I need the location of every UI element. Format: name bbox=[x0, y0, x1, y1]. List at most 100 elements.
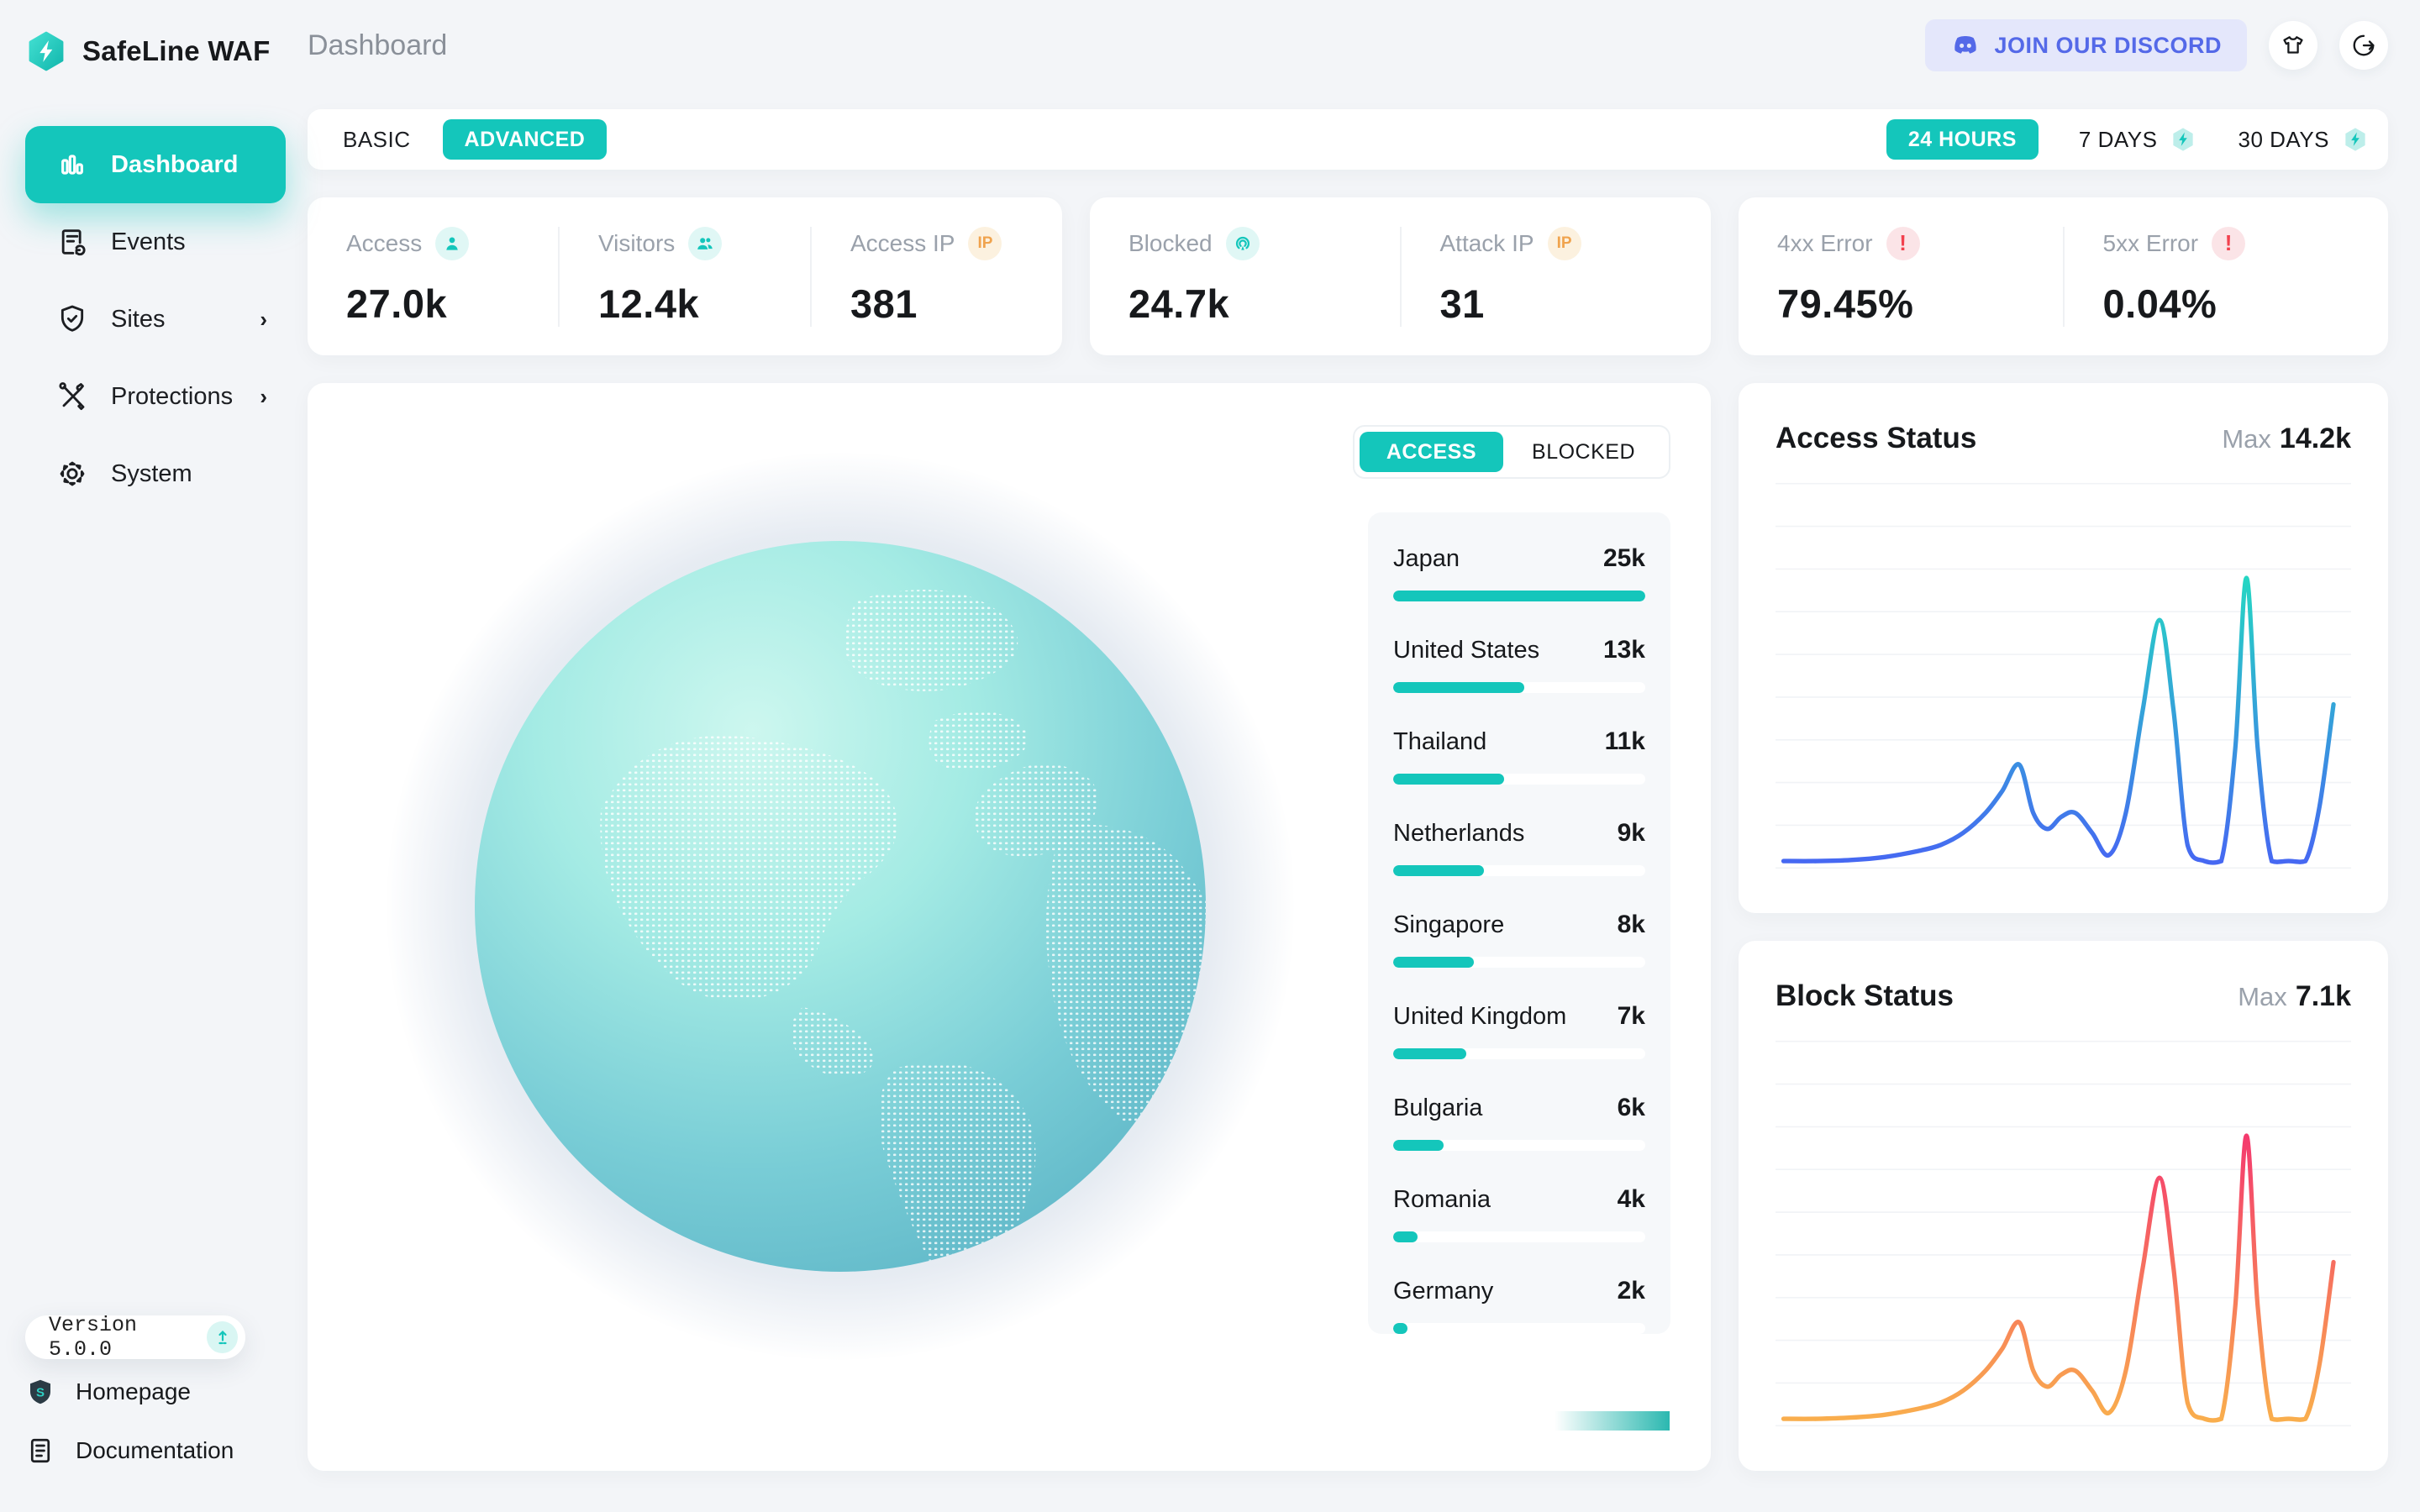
flash-badge-icon bbox=[2169, 125, 2197, 154]
country-value: 8k bbox=[1618, 911, 1645, 939]
country-name: United States bbox=[1393, 637, 1539, 664]
country-value: 6k bbox=[1618, 1094, 1645, 1122]
sidebar-item-protections[interactable]: Protections › bbox=[25, 358, 286, 435]
world-map-card: ACCESS BLOCKED Japan 25k United States 13k T… bbox=[308, 383, 1711, 1471]
page-title: Dashboard bbox=[308, 29, 447, 62]
chart-max: Max14.2k bbox=[2222, 423, 2351, 455]
shield-check-icon bbox=[55, 302, 89, 336]
tools-icon bbox=[55, 380, 89, 413]
stat-visitors: Visitors 12.4k bbox=[558, 227, 810, 327]
country-row: Singapore8k bbox=[1393, 911, 1645, 968]
block-status-chart bbox=[1776, 1028, 2351, 1441]
country-bar bbox=[1393, 1140, 1645, 1151]
country-value: 7k bbox=[1618, 1002, 1645, 1031]
tab-basic[interactable]: BASIC bbox=[343, 127, 411, 153]
sidebar-footer: Version 5.0.0 S Homepage Documentation bbox=[25, 1315, 260, 1477]
stat-value: 12.4k bbox=[598, 281, 771, 327]
country-name: Thailand bbox=[1393, 728, 1486, 756]
tab-24-hours[interactable]: 24 HOURS bbox=[1886, 119, 2039, 160]
tab-7-days[interactable]: 7 DAYS bbox=[2079, 125, 2198, 154]
person-icon bbox=[435, 227, 469, 260]
country-bar bbox=[1393, 682, 1645, 693]
bar-chart-icon bbox=[55, 148, 89, 181]
country-ranking-panel[interactable]: Japan25kUnited States13kThailand11kNethe… bbox=[1368, 512, 1670, 1334]
country-bar bbox=[1393, 865, 1645, 876]
chart-max-value: 7.1k bbox=[2296, 980, 2351, 1012]
country-name: Bulgaria bbox=[1393, 1095, 1482, 1122]
sidebar-item-sites[interactable]: Sites › bbox=[25, 281, 286, 358]
sidebar-item-label: Sites bbox=[111, 306, 238, 333]
country-value: 25k bbox=[1603, 544, 1645, 573]
sidebar-item-dashboard[interactable]: Dashboard bbox=[25, 126, 286, 203]
sidebar: SafeLine WAF Dashboard Events Sites › bbox=[0, 0, 286, 1512]
version-label: Version 5.0.0 bbox=[49, 1313, 207, 1362]
stat-label: Attack IP bbox=[1440, 230, 1534, 257]
stat-attack-ip: Attack IP IP 31 bbox=[1400, 227, 1712, 327]
country-bar bbox=[1393, 957, 1645, 968]
country-value: 9k bbox=[1618, 819, 1645, 848]
header: Dashboard JOIN OUR DISCORD bbox=[308, 0, 2388, 91]
sidebar-item-label: Events bbox=[111, 228, 267, 256]
homepage-link[interactable]: S Homepage bbox=[25, 1366, 260, 1418]
stat-value: 0.04% bbox=[2103, 281, 2350, 327]
tab-advanced[interactable]: ADVANCED bbox=[443, 119, 608, 160]
country-bar bbox=[1393, 591, 1645, 601]
access-status-chart bbox=[1776, 470, 2351, 883]
stat-label: Access bbox=[346, 230, 422, 257]
ip-badge-icon: IP bbox=[1548, 227, 1581, 260]
broadcast-icon bbox=[1226, 227, 1260, 260]
globe bbox=[475, 541, 1206, 1272]
svg-text:S: S bbox=[36, 1385, 45, 1399]
country-bar bbox=[1393, 1231, 1645, 1242]
map-tab-blocked[interactable]: BLOCKED bbox=[1503, 440, 1664, 465]
chart-title: Block Status bbox=[1776, 979, 1954, 1013]
stat-value: 381 bbox=[850, 281, 1023, 327]
country-value: 4k bbox=[1618, 1185, 1645, 1214]
country-value: 2k bbox=[1618, 1277, 1645, 1305]
country-name: Netherlands bbox=[1393, 820, 1524, 848]
map-tab-access[interactable]: ACCESS bbox=[1360, 432, 1503, 472]
documentation-label: Documentation bbox=[76, 1437, 234, 1464]
app-title: SafeLine WAF bbox=[82, 35, 271, 67]
stat-label: Visitors bbox=[598, 230, 675, 257]
access-status-card: Access Status Max14.2k bbox=[1739, 383, 2388, 913]
logout-button[interactable] bbox=[2339, 21, 2388, 70]
country-name: Romania bbox=[1393, 1186, 1491, 1214]
stat-4xx-error: 4xx Error ! 79.45% bbox=[1739, 227, 2063, 327]
stat-5xx-error: 5xx Error ! 0.04% bbox=[2063, 227, 2389, 327]
country-name: United Kingdom bbox=[1393, 1003, 1566, 1031]
upgrade-arrow-icon bbox=[213, 1327, 233, 1347]
stat-label: Blocked bbox=[1128, 230, 1213, 257]
map-color-scale bbox=[1555, 1411, 1670, 1431]
discord-button-label: JOIN OUR DISCORD bbox=[1994, 33, 2222, 59]
country-row: Romania 4k bbox=[1393, 1185, 1645, 1242]
stat-label: Access IP bbox=[850, 230, 955, 257]
stat-value: 79.45% bbox=[1777, 281, 2024, 327]
country-row: United Kingdom 7k bbox=[1393, 1002, 1645, 1059]
sidebar-item-system[interactable]: System bbox=[25, 435, 286, 512]
sidebar-item-events[interactable]: Events bbox=[25, 203, 286, 281]
country-row: Bulgaria 6k bbox=[1393, 1094, 1645, 1151]
stat-card-blocked: Blocked 24.7k Attack IP IP 31 bbox=[1090, 197, 1711, 355]
country-name: Japan bbox=[1393, 545, 1460, 573]
country-row: Netherlands 9k bbox=[1393, 819, 1645, 876]
country-value: 13k bbox=[1603, 636, 1645, 664]
tab-30-days[interactable]: 30 DAYS bbox=[2238, 125, 2370, 154]
update-button[interactable] bbox=[207, 1321, 238, 1353]
tshirt-icon bbox=[2281, 33, 2306, 58]
homepage-label: Homepage bbox=[76, 1378, 191, 1405]
stat-blocked: Blocked 24.7k bbox=[1090, 227, 1400, 327]
stat-value: 31 bbox=[1440, 281, 1673, 327]
version-pill[interactable]: Version 5.0.0 bbox=[25, 1315, 245, 1359]
documentation-link[interactable]: Documentation bbox=[25, 1425, 260, 1477]
discord-icon bbox=[1950, 30, 1981, 60]
stat-label: 5xx Error bbox=[2103, 230, 2199, 257]
map-mode-toggle: ACCESS BLOCKED bbox=[1353, 425, 1670, 479]
country-row: Germany 2k bbox=[1393, 1277, 1645, 1334]
country-name: Germany bbox=[1393, 1278, 1493, 1305]
join-discord-button[interactable]: JOIN OUR DISCORD bbox=[1925, 19, 2247, 71]
chart-max: Max7.1k bbox=[2238, 980, 2351, 1013]
theme-button[interactable] bbox=[2269, 21, 2317, 70]
main-area: Dashboard JOIN OUR DISCORD BASI bbox=[286, 0, 2420, 1512]
error-badge-icon: ! bbox=[1886, 227, 1920, 260]
